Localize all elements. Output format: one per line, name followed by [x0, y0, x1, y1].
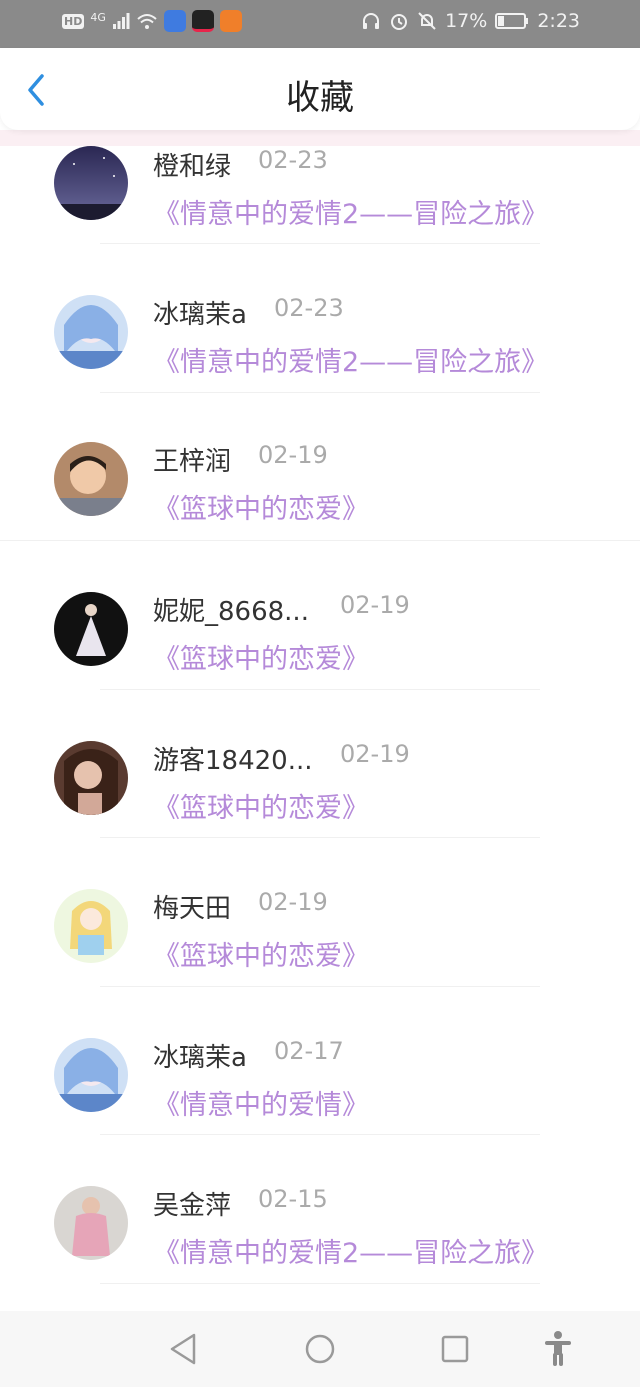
item-work-title[interactable]: 《篮球中的恋爱》 [153, 934, 369, 973]
nav-recents-button[interactable] [435, 1329, 475, 1369]
avatar-image [54, 295, 128, 369]
list-item[interactable]: 吴金萍 02-15 《情意中的爱情2——冒险之旅》 [0, 1135, 640, 1284]
avatar-image [54, 592, 128, 666]
avatar [54, 441, 128, 516]
item-work-title[interactable]: 《篮球中的恋爱》 [153, 487, 369, 526]
video-app-icon [219, 10, 242, 32]
avatar-image [54, 889, 128, 963]
favorites-list: 橙和绿 02-23 《情意中的爱情2——冒险之旅》 冰璃茉a 02-23 《情意… [0, 146, 640, 1284]
tiktok-app-icon [191, 10, 214, 32]
item-username: 妮妮_8668... [153, 597, 309, 627]
item-username: 王梓润 [153, 446, 232, 477]
list-item[interactable]: 梅天田 02-19 《篮球中的恋爱》 [0, 838, 640, 987]
avatar-image [54, 1186, 128, 1260]
clock-time: 2:23 [537, 10, 580, 32]
item-date: 02-23 [258, 146, 328, 174]
avatar [54, 1186, 128, 1260]
avatar-image [54, 1037, 128, 1112]
nav-home-button[interactable] [300, 1329, 340, 1369]
item-work-title[interactable]: 《情意中的爱情2——冒险之旅》 [153, 340, 548, 379]
hd-indicator: HD [62, 13, 85, 29]
list-item[interactable]: 冰璃茉a 02-17 《情意中的爱情》 [0, 987, 640, 1135]
item-date: 02-17 [274, 1036, 344, 1065]
music-app-icon [163, 10, 186, 32]
item-username: 梅天田 [153, 894, 232, 924]
item-date: 02-19 [258, 440, 328, 469]
list-item[interactable]: 橙和绿 02-23 《情意中的爱情2——冒险之旅》 [0, 146, 640, 244]
item-work-title[interactable]: 《篮球中的恋爱》 [153, 786, 369, 825]
item-work-title[interactable]: 《情意中的爱情2——冒险之旅》 [153, 1231, 548, 1270]
avatar [54, 295, 128, 369]
avatar [54, 146, 128, 220]
avatar [54, 740, 128, 815]
item-username: 冰璃茉a [153, 300, 247, 330]
headphones-icon [363, 13, 380, 29]
item-username: 橙和绿 [153, 152, 232, 182]
triangle-back-icon [170, 1333, 196, 1365]
item-date: 02-15 [258, 1185, 328, 1213]
square-recents-icon [441, 1335, 469, 1363]
avatar [54, 889, 128, 963]
mute-bell-icon [418, 12, 436, 30]
nav-back-button[interactable] [163, 1329, 203, 1369]
avatar-image [54, 146, 128, 220]
list-item[interactable]: 王梓润 02-19 《篮球中的恋爱》 [0, 393, 640, 541]
avatar-image [54, 441, 128, 516]
list-item[interactable]: 妮妮_8668... 02-19 《篮球中的恋爱》 [0, 541, 640, 690]
top-header: 收藏 [0, 48, 640, 130]
item-username: 游客18420... [153, 745, 313, 776]
network-type: 4G [90, 10, 106, 24]
list-item[interactable]: 冰璃茉a 02-23 《情意中的爱情2——冒险之旅》 [0, 244, 640, 393]
wifi-icon [137, 14, 157, 29]
avatar [54, 1037, 128, 1112]
item-date: 02-19 [258, 888, 328, 916]
accessibility-icon [545, 1331, 571, 1366]
accessibility-button[interactable] [538, 1329, 578, 1369]
battery-percent: 17% [445, 10, 488, 32]
system-nav-bar [0, 1311, 640, 1387]
item-work-title[interactable]: 《情意中的爱情2——冒险之旅》 [153, 192, 548, 231]
status-bar: HD 4G 17% 2:23 [0, 0, 640, 48]
item-username: 冰璃茉a [153, 1042, 247, 1073]
signal-icon [112, 13, 130, 29]
item-date: 02-19 [340, 591, 410, 619]
item-date: 02-23 [274, 294, 344, 322]
item-work-title[interactable]: 《篮球中的恋爱》 [153, 637, 369, 676]
circle-home-icon [305, 1334, 335, 1364]
battery-icon [495, 13, 529, 29]
item-date: 02-19 [340, 739, 410, 768]
list-item[interactable]: 游客18420... 02-19 《篮球中的恋爱》 [0, 690, 640, 838]
item-work-title[interactable]: 《情意中的爱情》 [153, 1083, 369, 1122]
header-shadow-strip [0, 130, 640, 146]
item-username: 吴金萍 [153, 1191, 232, 1221]
divider [100, 1282, 540, 1284]
alarm-icon [391, 14, 408, 30]
avatar-image [54, 740, 128, 815]
avatar [54, 592, 128, 666]
page-title: 收藏 [286, 78, 354, 118]
